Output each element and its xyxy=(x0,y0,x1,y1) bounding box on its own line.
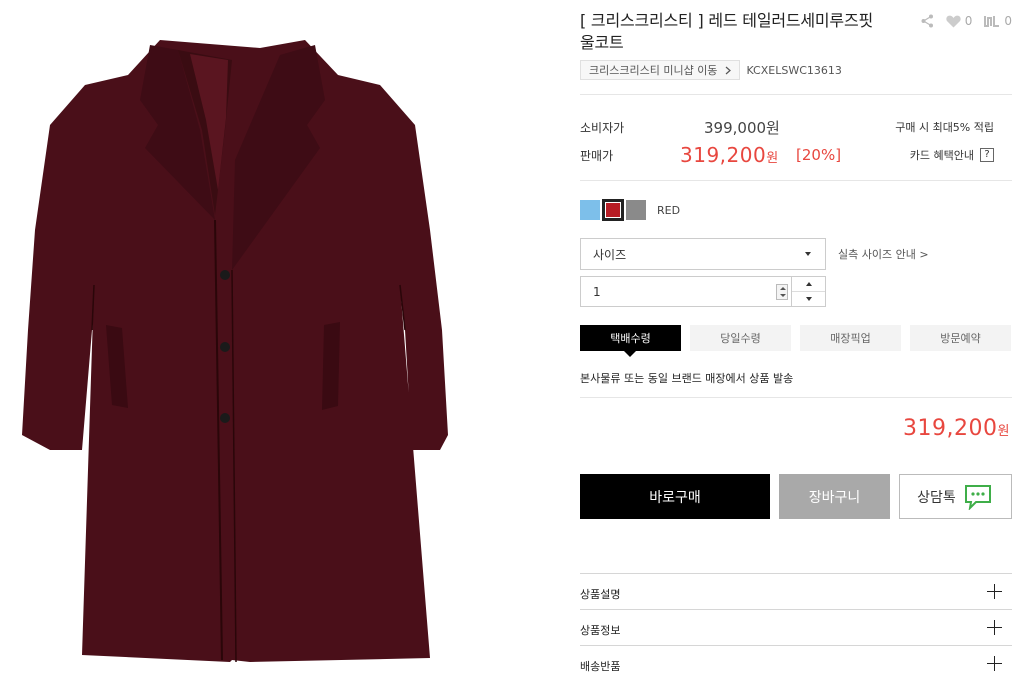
consumer-price-label: 소비자가 xyxy=(580,121,625,135)
coat-button xyxy=(220,342,230,352)
shipping-tabs: 택배수령 당일수령 매장픽업 방문예약 xyxy=(580,325,1012,357)
chevron-down-icon xyxy=(805,252,811,256)
brand-icon xyxy=(984,16,1000,27)
share-button[interactable] xyxy=(921,14,934,28)
total-price: 319,200원 xyxy=(903,416,1010,441)
size-select[interactable]: 사이즈 xyxy=(580,238,826,270)
sale-price-value: 319,200원 xyxy=(680,143,779,167)
quantity-input[interactable] xyxy=(580,276,792,307)
discount-rate: [20%] xyxy=(796,146,842,164)
coat-button xyxy=(220,270,230,280)
size-guide-link[interactable]: 실측 사이즈 안내 > xyxy=(838,246,929,262)
quantity-buttons xyxy=(792,276,826,307)
chat-icon xyxy=(964,484,991,510)
tab-delivery[interactable]: 택배수령 xyxy=(580,325,681,357)
quantity-stepper xyxy=(580,276,826,307)
accordion-product-info[interactable]: 상품정보 xyxy=(580,609,1012,645)
chat-consult-label: 상담톡 xyxy=(917,489,956,506)
accordion-label: 상품설명 xyxy=(580,588,621,601)
divider xyxy=(580,397,1012,398)
accordion-product-description[interactable]: 상품설명 xyxy=(580,573,1012,609)
add-to-cart-button[interactable]: 장바구니 xyxy=(779,474,890,519)
chevron-right-icon xyxy=(726,66,732,74)
accordion-label: 배송반품 xyxy=(580,660,621,673)
like-count: 0 xyxy=(964,14,973,28)
plus-icon xyxy=(987,584,1002,599)
plus-icon xyxy=(987,656,1002,671)
divider xyxy=(580,94,1012,95)
quantity-spin-icon[interactable] xyxy=(776,284,788,300)
card-benefit-label: 카드 혜택안내 xyxy=(909,149,974,162)
product-code: KCXELSWC13613 xyxy=(746,63,842,77)
sale-price-row: 판매가 319,200원 [20%] 카드 혜택안내 ? xyxy=(580,143,1012,167)
consumer-price-row: 소비자가 399,000원 구매 시 최대5% 적립 xyxy=(580,116,1012,138)
title-row: [ 크리스크리스티 ] 레드 테일러드세미루즈핏울코트 0 0 xyxy=(580,10,1012,58)
quantity-increase-button[interactable] xyxy=(792,277,825,292)
divider xyxy=(580,180,1012,181)
help-icon: ? xyxy=(980,148,994,162)
accordion-label: 상품정보 xyxy=(580,624,621,637)
tab-visit-reservation[interactable]: 방문예약 xyxy=(910,325,1011,351)
color-swatch-blue[interactable] xyxy=(580,200,600,220)
coat-illustration xyxy=(22,40,448,663)
brand-shop-label: 크리스크리스티 미니샵 이동 xyxy=(589,64,718,77)
sale-price-label: 판매가 xyxy=(580,149,614,163)
color-swatches: RED xyxy=(580,200,680,220)
heart-icon xyxy=(946,15,961,27)
quantity-decrease-button[interactable] xyxy=(792,292,825,307)
plus-icon xyxy=(987,620,1002,635)
share-icon xyxy=(921,14,933,28)
color-swatch-grey[interactable] xyxy=(626,200,646,220)
selected-color-label: RED xyxy=(657,203,681,217)
product-image xyxy=(0,0,560,681)
point-info: 구매 시 최대5% 적립 xyxy=(895,121,994,134)
price-block: 소비자가 399,000원 구매 시 최대5% 적립 판매가 319,200원 … xyxy=(580,116,1012,172)
title-icons: 0 0 xyxy=(921,14,1012,28)
size-select-value: 사이즈 xyxy=(593,247,627,262)
share-count: 0 xyxy=(1004,14,1012,28)
product-title: [ 크리스크리스티 ] 레드 테일러드세미루즈핏울코트 xyxy=(580,11,873,52)
accordion-shipping-return[interactable]: 배송반품 xyxy=(580,645,1012,681)
tab-store-pickup[interactable]: 매장픽업 xyxy=(800,325,901,351)
card-benefit-link[interactable]: 카드 혜택안내 ? xyxy=(910,147,994,163)
like-button[interactable]: 0 xyxy=(946,14,973,28)
chat-consult-button[interactable]: 상담톡 xyxy=(899,474,1012,519)
consumer-price-value: 399,000원 xyxy=(704,119,780,137)
color-swatch-red[interactable] xyxy=(603,200,623,220)
brand-row: 크리스크리스티 미니샵 이동 KCXELSWC13613 xyxy=(580,60,842,80)
brand-like-button[interactable]: 0 xyxy=(984,14,1012,28)
coat-button xyxy=(220,413,230,423)
shipping-description: 본사물류 또는 동일 브랜드 매장에서 상품 발송 xyxy=(580,372,794,385)
brand-shop-button[interactable]: 크리스크리스티 미니샵 이동 xyxy=(580,60,741,80)
buy-now-button[interactable]: 바로구매 xyxy=(580,474,770,519)
tab-same-day[interactable]: 당일수령 xyxy=(690,325,791,351)
